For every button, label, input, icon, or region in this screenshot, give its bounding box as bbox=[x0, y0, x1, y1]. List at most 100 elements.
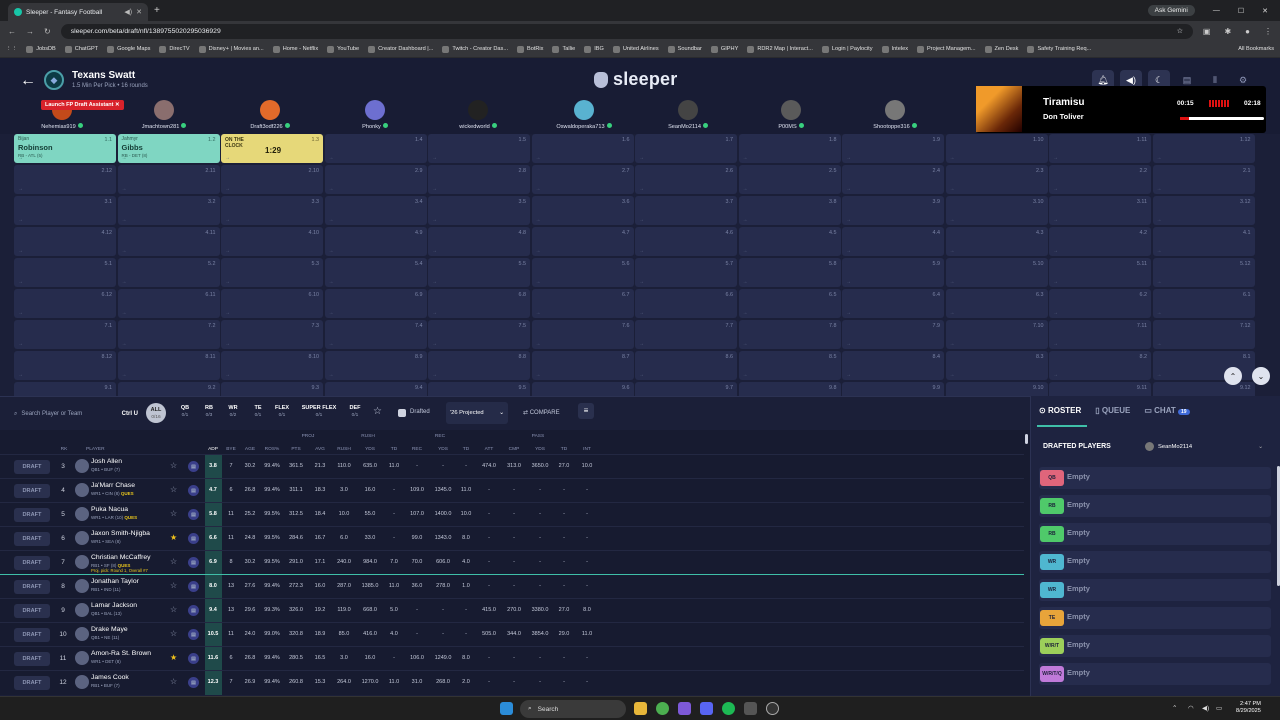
bookmark-item[interactable]: GIPHY bbox=[710, 45, 738, 53]
pick-cell[interactable]: 3.9 → bbox=[842, 196, 944, 225]
bookmark-item[interactable]: Zen Desk bbox=[984, 45, 1018, 53]
pick-cell[interactable]: 6.3 → bbox=[945, 289, 1048, 318]
team-slot[interactable]: Phonky bbox=[340, 100, 410, 130]
favorite-star-icon[interactable]: ★ bbox=[170, 653, 177, 662]
column-header[interactable]: AGE bbox=[238, 447, 262, 452]
bookmark-star-icon[interactable]: ☆ bbox=[1177, 27, 1183, 35]
team-slot[interactable]: Draft3odf226 bbox=[235, 100, 305, 130]
pick-cell[interactable]: 9.9→ bbox=[842, 382, 944, 396]
pick-cell[interactable]: 4.9 → bbox=[324, 227, 427, 256]
player-notes-icon[interactable]: ▤ bbox=[188, 557, 199, 568]
favorite-star-icon[interactable]: ☆ bbox=[170, 557, 177, 566]
column-header[interactable]: YDS bbox=[431, 447, 455, 452]
draft-button[interactable]: DRAFT bbox=[14, 556, 50, 570]
pick-cell[interactable]: 6.1 → bbox=[1152, 289, 1255, 318]
pick-cell[interactable]: 2.7 → bbox=[531, 165, 634, 194]
player-name[interactable]: Lamar Jackson bbox=[91, 602, 137, 609]
tray-chevron-icon[interactable]: ⌃ bbox=[1172, 704, 1177, 712]
roster-slot[interactable]: RB Empty bbox=[1039, 495, 1271, 517]
pick-cell[interactable]: 3.5 → bbox=[428, 196, 530, 225]
pick-cell[interactable]: 2.2 → bbox=[1049, 165, 1151, 194]
pick-cell[interactable]: 2.9 → bbox=[324, 165, 427, 194]
player-name[interactable]: James Cook bbox=[91, 674, 129, 681]
column-header[interactable]: PTS bbox=[284, 447, 308, 452]
player-row[interactable]: DRAFT 4 Ja'Marr Chase WR1 • CIN (8) QUES ☆ ▤ 4… bbox=[0, 478, 1024, 503]
pick-cell[interactable]: 1.10 → bbox=[945, 134, 1048, 163]
filter-all[interactable]: ALL 0/16 bbox=[146, 403, 166, 423]
pick-cell[interactable]: 4.4 → bbox=[842, 227, 944, 256]
bookmark-item[interactable]: Project Managem... bbox=[917, 45, 976, 53]
roster-slot[interactable]: TE Empty bbox=[1039, 607, 1271, 629]
pick-cell[interactable]: 1.9 → bbox=[842, 134, 944, 163]
pick-cell[interactable]: 6.7 → bbox=[531, 289, 634, 318]
pick-cell[interactable]: 6.2 → bbox=[1049, 289, 1151, 318]
pick-cell[interactable]: 4.11 → bbox=[117, 227, 220, 256]
column-header[interactable]: YDS bbox=[528, 447, 552, 452]
browser-tab[interactable]: Sleeper - Fantasy Football ◀) ✕ bbox=[8, 3, 148, 21]
roster-slot[interactable]: QB Empty bbox=[1039, 467, 1271, 489]
close-window-icon[interactable]: ✕ bbox=[1262, 7, 1268, 15]
pick-cell[interactable]: 8.3 → bbox=[945, 351, 1048, 380]
media-progress[interactable] bbox=[1180, 117, 1264, 120]
team-slot[interactable]: Jmachtown281 bbox=[129, 100, 199, 130]
player-name[interactable]: Puka Nacua bbox=[91, 506, 128, 513]
scroll-up-icon[interactable]: ⌃ bbox=[1224, 367, 1242, 385]
player-notes-icon[interactable]: ▤ bbox=[188, 509, 199, 520]
pick-cell[interactable]: 8.6 → bbox=[635, 351, 737, 380]
column-header[interactable]: TD bbox=[552, 447, 576, 452]
new-tab-icon[interactable]: + bbox=[154, 5, 160, 16]
pick-cell[interactable]: 4.8 → bbox=[428, 227, 530, 256]
player-row[interactable]: DRAFT 10 Drake Maye QB1 • NE (11) ☆ ▤ 10.5 11 24… bbox=[0, 622, 1024, 647]
draft-button[interactable]: DRAFT bbox=[14, 604, 50, 618]
obs-icon[interactable] bbox=[744, 702, 757, 715]
player-name[interactable]: Christian McCaffrey bbox=[91, 554, 151, 561]
roster-slot[interactable]: W/R/T Empty bbox=[1039, 635, 1271, 657]
draft-button[interactable]: DRAFT bbox=[14, 532, 50, 546]
pick-cell[interactable]: 3.11 → bbox=[1049, 196, 1151, 225]
pick-cell[interactable]: 3.7 → bbox=[635, 196, 737, 225]
player-notes-icon[interactable]: ▤ bbox=[188, 461, 199, 472]
favorites-star-icon[interactable]: ☆ bbox=[373, 406, 382, 417]
pick-cell[interactable]: 6.6 → bbox=[635, 289, 737, 318]
menu-icon[interactable]: ⋮ bbox=[1264, 27, 1272, 36]
pick-cell[interactable]: 9.5→ bbox=[428, 382, 530, 396]
favorite-star-icon[interactable]: ☆ bbox=[170, 581, 177, 590]
pick-cell[interactable]: 6.5 → bbox=[738, 289, 841, 318]
pick-cell[interactable]: 7.10 → bbox=[945, 320, 1048, 349]
filter-wr[interactable]: WR 0/2 bbox=[224, 405, 242, 419]
team-slot[interactable]: Oswaldoperaka713 bbox=[549, 100, 619, 130]
player-notes-icon[interactable]: ▤ bbox=[188, 677, 199, 688]
pick-cell[interactable]: 4.5 → bbox=[738, 227, 841, 256]
roster-slot[interactable]: WR Empty bbox=[1039, 551, 1271, 573]
volume-icon[interactable]: ◀) bbox=[1202, 704, 1209, 712]
pick-cell[interactable]: 5.11 → bbox=[1049, 258, 1151, 287]
player-name[interactable]: Josh Allen bbox=[91, 458, 122, 465]
pick-cell[interactable]: 2.1 → bbox=[1152, 165, 1255, 194]
bookmark-item[interactable]: Safety Training Req... bbox=[1027, 45, 1091, 53]
bookmark-item[interactable]: Creator Dashboard |... bbox=[368, 45, 433, 53]
pick-cell[interactable]: 9.2→ bbox=[117, 382, 220, 396]
player-name[interactable]: Ja'Marr Chase bbox=[91, 482, 135, 489]
column-header[interactable]: AVG bbox=[308, 447, 332, 452]
taskbar-search[interactable]: ⌕ Search bbox=[520, 700, 626, 718]
app-icon[interactable] bbox=[700, 702, 713, 715]
pick-cell[interactable]: 4.1 → bbox=[1152, 227, 1255, 256]
all-bookmarks-button[interactable]: All Bookmarks bbox=[1238, 46, 1274, 52]
player-row[interactable]: DRAFT 9 Lamar Jackson QB1 • BAL (13) ☆ ▤ 9.4 13… bbox=[0, 598, 1024, 623]
pick-cell[interactable]: 1.4 → bbox=[324, 134, 427, 163]
column-header[interactable]: YDS bbox=[358, 447, 382, 452]
profile-icon[interactable]: ● bbox=[1245, 27, 1250, 36]
roster-slot[interactable]: W/R/T/Q Empty bbox=[1039, 663, 1271, 685]
player-row[interactable]: DRAFT 7 Christian McCaffrey RB1 • SF (8) QU… bbox=[0, 550, 1024, 575]
pick-cell[interactable]: 1.1 → Bijan Robinson RB - ATL (5) bbox=[14, 134, 116, 163]
tab-queue[interactable]: ▯ QUEUE bbox=[1095, 406, 1130, 415]
roster-slot[interactable]: WR Empty bbox=[1039, 579, 1271, 601]
player-row[interactable]: DRAFT 12 James Cook RB1 • BUF (7) ☆ ▤ 12.3 7 26.… bbox=[0, 670, 1024, 695]
pick-cell[interactable]: 9.8→ bbox=[738, 382, 841, 396]
battery-icon[interactable]: ▭ bbox=[1216, 704, 1222, 712]
table-scrollbar[interactable] bbox=[1025, 434, 1028, 444]
filter-super-flex[interactable]: SUPER FLEX 0/1 bbox=[301, 405, 337, 419]
pick-cell[interactable]: 4.2 → bbox=[1049, 227, 1151, 256]
drafted-user-select[interactable]: SeanMo2114 ⌄ bbox=[1145, 442, 1263, 451]
bookmark-item[interactable]: JobsDB bbox=[26, 45, 56, 53]
